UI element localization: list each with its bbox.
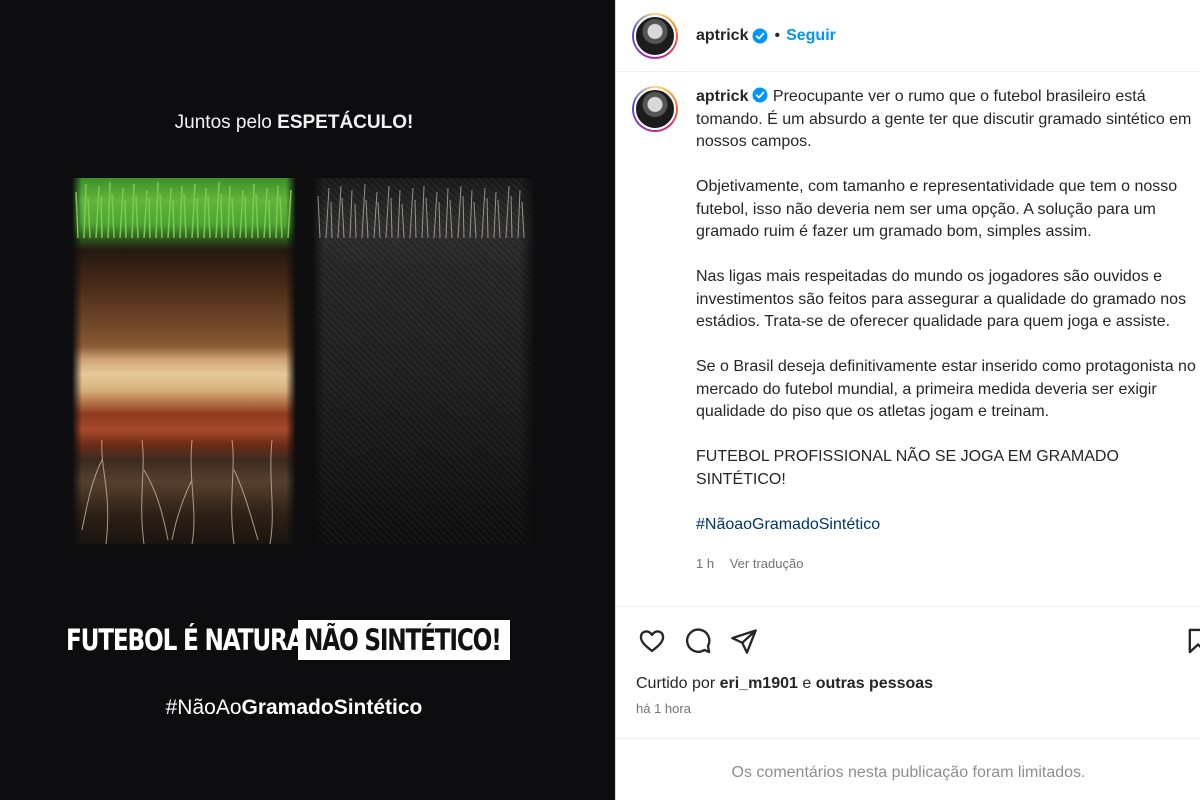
post-details-panel: aptrick • Seguir aptrick Preocupante ver… — [615, 0, 1200, 800]
avatar[interactable] — [632, 12, 678, 59]
share-icon[interactable] — [728, 625, 760, 657]
natural-grass-illustration — [75, 181, 292, 238]
caption-username[interactable]: aptrick — [696, 88, 748, 105]
caption-paragraph: Objetivamente, com tamanho e representat… — [696, 178, 1178, 240]
poster-tagline: Juntos pelo ESPETÁCULO! — [174, 112, 414, 133]
likes-summary: Curtido por eri_m1901 e outras pessoas — [636, 675, 934, 692]
header-separator: • — [774, 26, 781, 44]
poster-hashtag: #NãoAoGramadoSintético — [165, 696, 423, 719]
slogan-natural: FUTEBOL É NATURAL, — [66, 623, 326, 657]
follow-button[interactable]: Seguir — [786, 27, 836, 45]
caption-paragraph: FUTEBOL PROFISSIONAL NÃO SE JOGA EM GRAM… — [696, 448, 1119, 488]
heart-icon[interactable] — [636, 625, 668, 657]
see-translation-link[interactable]: Ver tradução — [730, 556, 804, 571]
comments-limited-notice: Os comentários nesta publicação foram li… — [616, 738, 1200, 800]
caption-hashtag-link[interactable]: #NãoaoGramadoSintético — [696, 516, 880, 533]
post-image[interactable]: Juntos pelo ESPETÁCULO! FUTEBOL É NATURA… — [0, 0, 615, 800]
header-username[interactable]: aptrick — [696, 27, 748, 45]
bookmark-icon[interactable] — [1182, 625, 1200, 657]
caption-paragraph: Se o Brasil deseja definitivamente estar… — [696, 358, 1196, 420]
verified-badge-icon — [752, 87, 768, 103]
post-header: aptrick • Seguir — [616, 0, 1200, 72]
comment-icon[interactable] — [682, 625, 714, 657]
avatar-photo — [634, 88, 676, 130]
caption-avatar[interactable] — [632, 86, 678, 132]
avatar-photo — [634, 14, 676, 57]
caption-time: 1 h — [696, 555, 715, 571]
caption-area: aptrick Preocupante ver o rumo que o fut… — [632, 86, 1200, 606]
slogan-highlight: NÃO SINTÉTICO! — [298, 620, 510, 660]
roots-illustration — [81, 440, 273, 544]
caption-hashtag-paragraph: #NãoaoGramadoSintético — [696, 514, 1196, 537]
action-icons — [636, 625, 760, 657]
caption-intro: Preocupante ver o rumo que o futebol bra… — [696, 88, 1192, 150]
verified-badge-icon — [752, 28, 768, 44]
actions-bar: Curtido por eri_m1901 e outras pessoas h… — [616, 606, 1200, 736]
post-timestamp: há 1 hora — [636, 701, 691, 716]
synthetic-grass-illustration — [317, 183, 525, 238]
poster-slogan: FUTEBOL É NATURAL, NÃO SINTÉTICO! — [66, 618, 510, 662]
caption-meta: 1 h Ver tradução — [696, 553, 1196, 576]
liked-by-others-link[interactable]: outras pessoas — [816, 675, 933, 692]
caption-paragraph: aptrick Preocupante ver o rumo que o fut… — [696, 86, 1196, 154]
liked-by-user-link[interactable]: eri_m1901 — [720, 675, 798, 692]
caption-paragraph: Nas ligas mais respeitadas do mundo os j… — [696, 268, 1187, 330]
caption-body: aptrick Preocupante ver o rumo que o fut… — [696, 86, 1196, 606]
